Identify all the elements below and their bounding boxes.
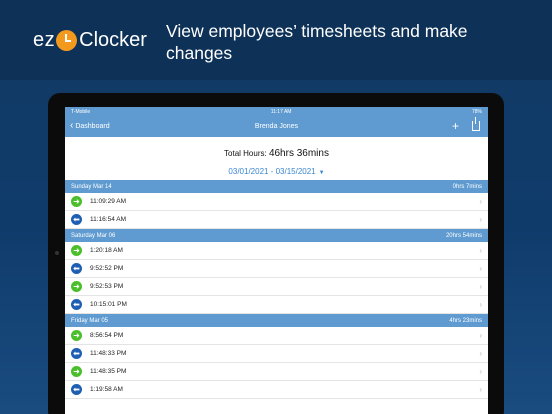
hours-summary: Total Hours: 46hrs 36mins 03/01/2021 - 0… bbox=[65, 137, 488, 180]
chevron-right-icon: › bbox=[479, 197, 482, 206]
clock-out-arrow-icon: ⬅ bbox=[71, 214, 82, 225]
time-entry-row[interactable]: ➜ 11:48:35 PM › bbox=[65, 363, 488, 381]
app-screen: T-Mobile 11:17 AM 78% ‹ Dashboard Brenda… bbox=[65, 107, 488, 414]
chevron-right-icon: › bbox=[479, 264, 482, 273]
nav-bar: ‹ Dashboard Brenda Jones + bbox=[65, 116, 488, 137]
status-carrier: T-Mobile bbox=[71, 108, 91, 115]
time-entry-row[interactable]: ⬅ 9:52:52 PM › bbox=[65, 260, 488, 278]
total-hours-label: Total Hours: bbox=[224, 149, 267, 158]
time-entry-row[interactable]: ➜ 8:56:54 PM › bbox=[65, 327, 488, 345]
day-total: 4hrs 23mins bbox=[449, 317, 482, 324]
back-label: Dashboard bbox=[75, 122, 110, 130]
chevron-right-icon: › bbox=[479, 349, 482, 358]
chevron-right-icon: › bbox=[479, 331, 482, 340]
total-hours-value: 46hrs 36mins bbox=[268, 148, 329, 159]
entry-time: 8:56:54 PM bbox=[90, 332, 124, 339]
day-label: Saturday Mar 06 bbox=[71, 232, 116, 239]
time-entry-row[interactable]: ⬅ 10:15:01 PM › bbox=[65, 296, 488, 314]
date-range-text: 03/01/2021 - 03/15/2021 bbox=[228, 167, 316, 176]
chevron-right-icon: › bbox=[479, 215, 482, 224]
time-entry-row[interactable]: ➜ 9:52:53 PM › bbox=[65, 278, 488, 296]
ezclocker-logo: ez Clocker bbox=[33, 28, 147, 52]
clock-out-arrow-icon: ⬅ bbox=[71, 299, 82, 310]
time-entry-row[interactable]: ➜ 11:09:29 AM › bbox=[65, 193, 488, 211]
back-button[interactable]: ‹ Dashboard bbox=[70, 121, 110, 131]
caret-down-icon: ▼ bbox=[318, 170, 325, 176]
chevron-right-icon: › bbox=[479, 246, 482, 255]
time-entry-row[interactable]: ⬅ 11:48:33 PM › bbox=[65, 345, 488, 363]
time-entry-row[interactable]: ➜ 1:20:18 AM › bbox=[65, 242, 488, 260]
clock-out-arrow-icon: ⬅ bbox=[71, 384, 82, 395]
entry-time: 9:52:52 PM bbox=[90, 265, 124, 272]
entry-time: 1:20:18 AM bbox=[90, 247, 123, 254]
clock-in-arrow-icon: ➜ bbox=[71, 196, 82, 207]
time-entry-row[interactable]: ⬅ 1:19:58 AM › bbox=[65, 381, 488, 399]
day-header: Sunday Mar 14 0hrs 7mins bbox=[65, 180, 488, 193]
promo-headline: View employees’ timesheets and make chan… bbox=[166, 21, 468, 63]
day-header: Saturday Mar 06 20hrs 54mins bbox=[65, 229, 488, 242]
logo-clocker-text: Clocker bbox=[79, 28, 147, 51]
nav-title: Brenda Jones bbox=[254, 123, 299, 130]
clock-in-arrow-icon: ➜ bbox=[71, 366, 82, 377]
logo-ez-text: ez bbox=[33, 28, 56, 51]
chevron-right-icon: › bbox=[479, 282, 482, 291]
clock-in-arrow-icon: ➜ bbox=[71, 245, 82, 256]
entry-time: 11:09:29 AM bbox=[90, 198, 127, 205]
share-icon[interactable] bbox=[472, 117, 480, 131]
chevron-right-icon: › bbox=[479, 367, 482, 376]
day-total: 0hrs 7mins bbox=[452, 183, 482, 190]
status-battery: 78% bbox=[471, 108, 482, 115]
clock-out-arrow-icon: ⬅ bbox=[71, 348, 82, 359]
entry-time: 1:19:58 AM bbox=[90, 386, 123, 393]
clock-icon bbox=[56, 29, 78, 51]
tablet-camera bbox=[55, 251, 59, 255]
plus-icon[interactable]: + bbox=[452, 119, 459, 133]
total-hours: Total Hours: 46hrs 36mins bbox=[65, 137, 488, 159]
day-total: 20hrs 54mins bbox=[445, 232, 482, 239]
promo-banner: ez Clocker View employees’ timesheets an… bbox=[0, 0, 552, 80]
date-range-picker[interactable]: 03/01/2021 - 03/15/2021 ▼ bbox=[65, 167, 488, 176]
status-bar: T-Mobile 11:17 AM 78% bbox=[65, 107, 488, 116]
clock-in-arrow-icon: ➜ bbox=[71, 330, 82, 341]
day-label: Friday Mar 05 bbox=[71, 317, 109, 324]
entry-time: 11:48:35 PM bbox=[90, 368, 127, 375]
entry-time: 11:16:54 AM bbox=[90, 216, 127, 223]
entry-time: 9:52:53 PM bbox=[90, 283, 124, 290]
chevron-left-icon: ‹ bbox=[70, 120, 74, 131]
entry-time: 11:48:33 PM bbox=[90, 350, 127, 357]
time-entry-row[interactable]: ⬅ 11:16:54 AM › bbox=[65, 211, 488, 229]
status-time: 11:17 AM bbox=[270, 108, 292, 115]
clock-in-arrow-icon: ➜ bbox=[71, 281, 82, 292]
day-label: Sunday Mar 14 bbox=[71, 183, 112, 190]
clock-out-arrow-icon: ⬅ bbox=[71, 263, 82, 274]
day-header: Friday Mar 05 4hrs 23mins bbox=[65, 314, 488, 327]
entry-time: 10:15:01 PM bbox=[90, 301, 127, 308]
chevron-right-icon: › bbox=[479, 385, 482, 394]
chevron-right-icon: › bbox=[479, 300, 482, 309]
